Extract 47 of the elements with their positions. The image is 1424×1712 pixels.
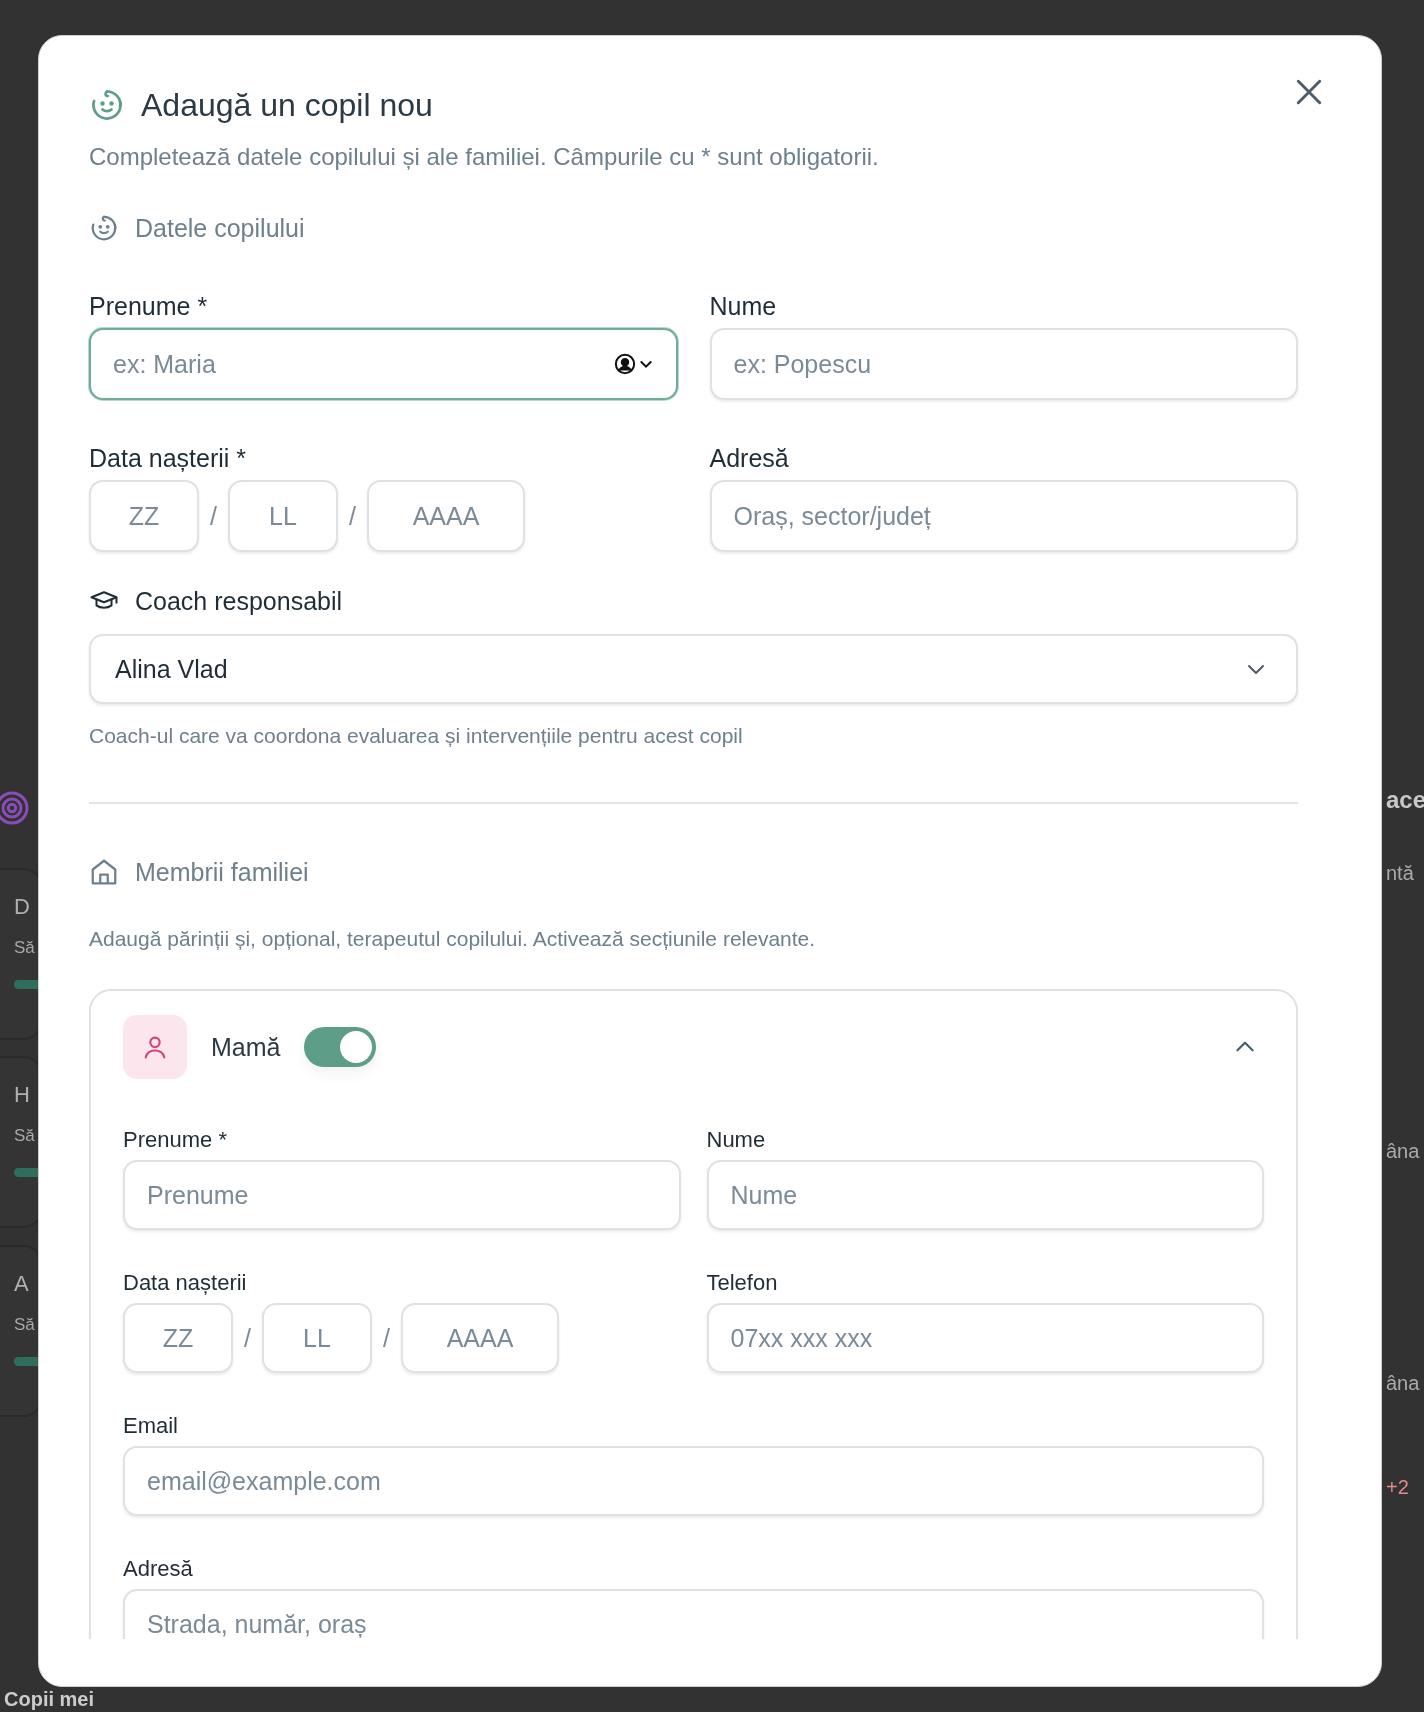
autofill-icon[interactable] xyxy=(613,353,654,375)
target-icon xyxy=(0,790,30,826)
date-field[interactable]: AAAA xyxy=(401,1303,559,1373)
date-field[interactable]: ZZ xyxy=(123,1303,233,1373)
baby-face-icon xyxy=(89,213,119,243)
card-title: A xyxy=(14,1271,29,1297)
field-label: Adresă xyxy=(123,1556,194,1582)
date-field[interactable]: LL xyxy=(228,480,338,552)
field-label: Nume xyxy=(709,291,778,321)
date-field[interactable]: AAAA xyxy=(367,480,525,552)
member-title: Mamă xyxy=(211,1032,281,1062)
card-subtitle: Să xyxy=(14,938,35,958)
date-separator: / xyxy=(382,1323,391,1353)
date-separator: / xyxy=(243,1323,252,1353)
dialog-title: Adaugă un copil nou xyxy=(141,86,433,124)
card-subtitle: Să xyxy=(14,1126,35,1146)
date-field[interactable]: LL xyxy=(262,1303,372,1373)
field-label: Coach responsabil xyxy=(135,586,343,616)
field-label: Prenume * xyxy=(123,1127,228,1153)
card-title: D xyxy=(14,894,30,920)
toggle-switch[interactable] xyxy=(304,1027,377,1067)
list-text: âna xyxy=(1386,1140,1420,1163)
field-hint: Coach-ul care va coordona evaluarea și intervențiile pentru acest copil xyxy=(89,723,744,749)
field-label: Telefon xyxy=(706,1270,779,1296)
field-label: Data nașterii xyxy=(123,1270,248,1296)
list-text: +2 xyxy=(1386,1476,1409,1499)
field-label: Data nașterii * xyxy=(89,443,248,473)
section-heading: Datele copilului xyxy=(135,213,305,243)
dialog-subtitle: Completează datele copilului și ale familiei. Câmpurile cu * sunt obligatorii. xyxy=(89,142,880,172)
input-field[interactable]: ex: Maria xyxy=(89,328,678,400)
coach-select[interactable]: Alina Vlad xyxy=(89,634,1298,704)
card-subtitle: Să xyxy=(14,1315,35,1335)
section-heading: Membrii familiei xyxy=(135,857,309,887)
page-heading: Copii mei xyxy=(4,1688,94,1711)
field-label: Nume xyxy=(706,1127,767,1153)
card-title: H xyxy=(14,1082,30,1108)
field-label: Email xyxy=(123,1413,179,1439)
date-separator: / xyxy=(348,501,357,531)
field-label: Adresă xyxy=(709,443,790,473)
date-separator: / xyxy=(209,501,218,531)
date-field[interactable]: ZZ xyxy=(89,480,199,552)
house-icon xyxy=(89,857,119,887)
baby-face-icon xyxy=(89,87,125,123)
field-label: Prenume * xyxy=(89,291,209,321)
section-description: Adaugă părinții și, opțional, terapeutul copilului. Activează secțiunile relevante. xyxy=(89,926,817,952)
list-text: âna xyxy=(1386,1372,1420,1395)
list-text: ntă xyxy=(1386,862,1414,885)
